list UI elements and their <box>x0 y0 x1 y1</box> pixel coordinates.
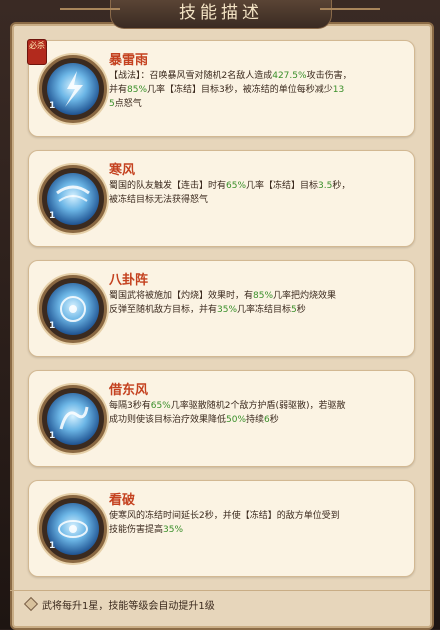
skill-level-label: 1 <box>49 431 56 441</box>
skill-name: 借东风 <box>109 383 149 398</box>
skill-card[interactable]: 1 必杀 暴雷雨 【战法】：召唤暴风雪对随机2名敌人造成427.5%攻击伤害， … <box>27 39 415 137</box>
skill-desc-line: 蜀国武将被施加【灼烧】效果时，有85%几率把灼烧效果 <box>109 291 337 301</box>
footer-text: 武将每升1星，技能等级会自动提升1级 <box>42 601 215 612</box>
skill-name: 看破 <box>109 493 136 508</box>
skill-desc-line: 并有85%几率【冻结】目标3秒，被冻结的单位每秒减少13 <box>109 85 345 95</box>
skill-level-label: 1 <box>49 321 56 331</box>
skill-desc-line: 被冻结目标无法获得怒气 <box>109 195 209 205</box>
skill-icon-frame: 1 <box>39 55 107 123</box>
skill-desc-line: 成功则使该目标治疗效果降低50%持续6秒 <box>109 415 279 425</box>
skill-name: 八卦阵 <box>109 273 149 288</box>
skill-desc-line: 5点怒气 <box>109 99 142 109</box>
skill-icon-frame: 1 <box>39 495 107 563</box>
skill-description: 每隔3秒有65%几率驱散随机2个敌方护盾(弱驱散)，若驱散 成功则使该目标治疗效… <box>109 399 409 427</box>
skill-icon-frame: 1 <box>39 165 107 233</box>
skill-card[interactable]: 1 看破 使寒风的冻结时间延长2秒，并使【冻结】的敌方单位受到 技能伤害提高35… <box>28 480 415 577</box>
skill-description: 蜀国的队友触发【连击】时有65%几率【冻结】目标3.5秒， 被冻结目标无法获得怒… <box>109 179 409 207</box>
skill-name: 寒风 <box>109 163 136 178</box>
skill-desc-line: 技能伤害提高35% <box>109 525 184 535</box>
skill-desc-line: 【战法】：召唤暴风雪对随机2名敌人造成427.5%攻击伤害， <box>109 71 352 81</box>
skill-icon-frame: 1 <box>39 385 107 453</box>
title-decoration-left <box>60 8 120 10</box>
skill-level-label: 1 <box>49 101 56 111</box>
skill-desc-line: 蜀国的队友触发【连击】时有65%几率【冻结】目标3.5秒， <box>109 181 351 191</box>
skill-desc-line: 使寒风的冻结时间延长2秒，并使【冻结】的敌方单位受到 <box>109 511 340 521</box>
skill-icon-frame: 1 <box>39 275 107 343</box>
skill-card[interactable]: 1 寒风 蜀国的队友触发【连击】时有65%几率【冻结】目标3.5秒， 被冻结目标… <box>28 150 415 247</box>
footer-note: 武将每升1星，技能等级会自动提升1级 <box>10 590 430 619</box>
skill-card[interactable]: 1 借东风 每隔3秒有65%几率驱散随机2个敌方护盾(弱驱散)，若驱散 成功则使… <box>28 370 415 467</box>
skill-desc-line: 每隔3秒有65%几率驱散随机2个敌方护盾(弱驱散)，若驱散 <box>109 401 346 411</box>
title-decoration-right <box>320 8 380 10</box>
panel-title: 技能描述 <box>110 0 332 29</box>
skill-description: 使寒风的冻结时间延长2秒，并使【冻结】的敌方单位受到 技能伤害提高35% <box>109 509 409 537</box>
skill-level-label: 1 <box>49 211 56 221</box>
diamond-icon <box>23 596 39 612</box>
skill-description: 蜀国武将被施加【灼烧】效果时，有85%几率把灼烧效果 反弹至随机敌方目标，并有3… <box>109 289 409 317</box>
skill-card[interactable]: 1 八卦阵 蜀国武将被施加【灼烧】效果时，有85%几率把灼烧效果 反弹至随机敌方… <box>28 260 415 357</box>
skill-description: 【战法】：召唤暴风雪对随机2名敌人造成427.5%攻击伤害， 并有85%几率【冻… <box>109 69 409 111</box>
skill-name: 暴雷雨 <box>109 53 149 68</box>
skill-level-label: 1 <box>49 541 56 551</box>
skill-desc-line: 反弹至随机敌方目标，并有35%几率冻结目标5秒 <box>109 305 306 315</box>
ultimate-badge: 必杀 <box>27 39 47 65</box>
